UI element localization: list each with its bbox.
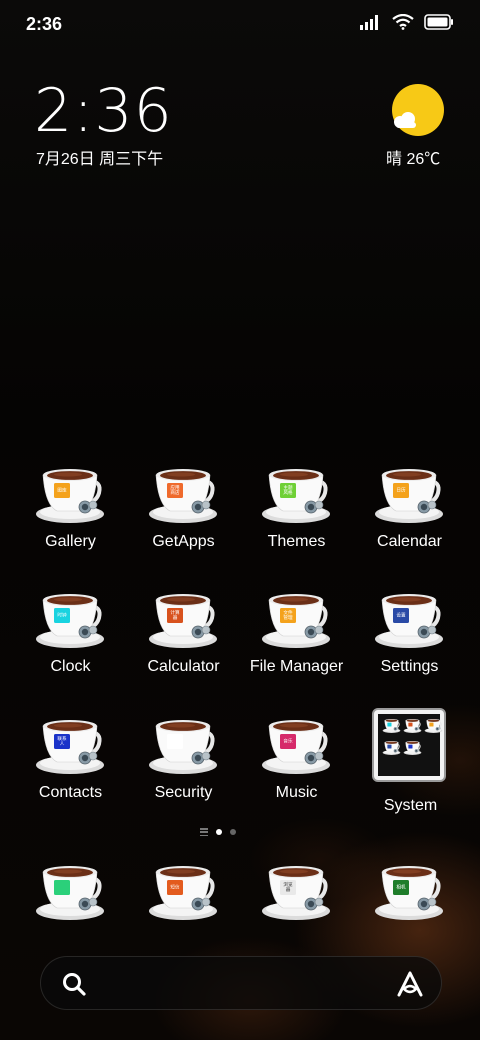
app-music[interactable]: 音乐 Music — [240, 716, 350, 826]
security-icon — [148, 716, 218, 778]
dock-camera-icon[interactable]: 相机 — [374, 862, 444, 924]
svg-text:计算: 计算 — [170, 609, 180, 616]
svg-text:管理: 管理 — [283, 614, 293, 621]
app-label: Themes — [267, 533, 326, 550]
cloud-icon — [394, 112, 416, 128]
svg-text:文件: 文件 — [283, 609, 293, 616]
calendar-icon: 日历 — [374, 465, 444, 527]
app-label: Clock — [50, 658, 91, 675]
status-icons — [360, 14, 454, 30]
getapps-icon: 应用 商店 — [148, 465, 218, 527]
app-themes[interactable]: 主题 风格 Themes — [240, 465, 350, 575]
search-icon[interactable] — [61, 971, 87, 997]
svg-text:浏览: 浏览 — [283, 881, 293, 888]
app-calculator[interactable]: 计算器 Calculator — [127, 590, 237, 700]
dock-browser-icon[interactable]: 浏览器 — [261, 862, 331, 924]
svg-text:主题: 主题 — [283, 484, 293, 491]
search-bar[interactable] — [40, 956, 442, 1010]
folder-mini-file-manager-icon — [424, 718, 443, 734]
app-settings[interactable]: 设置 Settings — [353, 590, 463, 700]
status-time: 2:36 — [26, 14, 63, 34]
svg-text:短信: 短信 — [170, 884, 180, 891]
folder-preview — [378, 714, 443, 776]
app-label: Contacts — [38, 784, 103, 801]
svg-text:日历: 日历 — [396, 488, 406, 494]
app-label: Settings — [380, 658, 439, 675]
calculator-icon: 计算器 — [148, 590, 218, 652]
clock-icon: 时钟 — [35, 590, 105, 652]
svg-text:器: 器 — [173, 615, 178, 621]
app-calendar[interactable]: 日历 Calendar — [353, 465, 463, 575]
folder-mini-contacts-icon — [403, 740, 422, 756]
app-label: Security — [154, 784, 213, 801]
folder-label: System — [383, 797, 438, 814]
svg-text:时钟: 时钟 — [57, 612, 67, 619]
svg-text:风格: 风格 — [283, 489, 293, 496]
page-list-indicator — [200, 828, 208, 836]
music-icon: 音乐 — [261, 716, 331, 778]
app-label: Calculator — [147, 658, 220, 675]
svg-text:音乐: 音乐 — [283, 738, 293, 745]
wifi-icon — [392, 14, 414, 30]
contacts-icon: 联系人 — [35, 716, 105, 778]
app-label: Gallery — [45, 533, 96, 550]
folder-mini-clock-icon — [382, 718, 401, 734]
app-label: Calendar — [377, 533, 442, 550]
weather-text: 晴 26℃ — [386, 151, 441, 168]
svg-text:相机: 相机 — [396, 884, 406, 891]
app-label: GetApps — [152, 533, 215, 550]
file-manager-icon: 文件 管理 — [261, 590, 331, 652]
clock-widget-time[interactable]: 2:36 — [34, 76, 173, 146]
battery-icon — [424, 14, 453, 30]
app-clock[interactable]: 时钟 Clock — [14, 590, 124, 700]
svg-text:图库: 图库 — [57, 487, 67, 494]
dock-messages-icon[interactable]: 短信 — [148, 862, 218, 924]
clock-widget-date: 7月26日 周三下午 — [36, 151, 164, 168]
folder-mini-calculator-icon — [403, 718, 422, 734]
sunny-cloud-icon[interactable] — [392, 84, 444, 136]
page-indicator[interactable] — [200, 828, 236, 836]
page-dot — [230, 829, 236, 835]
page-dot-active — [216, 829, 222, 835]
app-getapps[interactable]: 应用 商店 GetApps — [127, 465, 237, 575]
dock-phone-icon[interactable] — [35, 862, 105, 924]
folder-system[interactable] — [372, 708, 446, 782]
svg-text:联系: 联系 — [57, 735, 67, 742]
app-label: Music — [275, 784, 318, 801]
app-file-manager[interactable]: 文件 管理 File Manager — [240, 590, 350, 700]
app-gallery[interactable]: 图库 Gallery — [14, 465, 124, 575]
svg-text:商店: 商店 — [170, 489, 180, 496]
gallery-icon: 图库 — [35, 465, 105, 527]
folder-mini-settings-icon — [382, 740, 401, 756]
svg-text:人: 人 — [60, 741, 65, 747]
app-label: File Manager — [249, 658, 344, 675]
app-contacts[interactable]: 联系人 Contacts — [14, 716, 124, 826]
signal-icon — [360, 15, 378, 30]
settings-icon: 设置 — [374, 590, 444, 652]
assistant-icon[interactable] — [395, 969, 425, 999]
app-security[interactable]: Security — [127, 716, 237, 826]
themes-icon: 主题 风格 — [261, 465, 331, 527]
svg-text:应用: 应用 — [170, 484, 180, 491]
svg-text:设置: 设置 — [396, 612, 406, 619]
status-bar: 2:36 — [0, 0, 480, 50]
svg-text:器: 器 — [286, 887, 291, 893]
